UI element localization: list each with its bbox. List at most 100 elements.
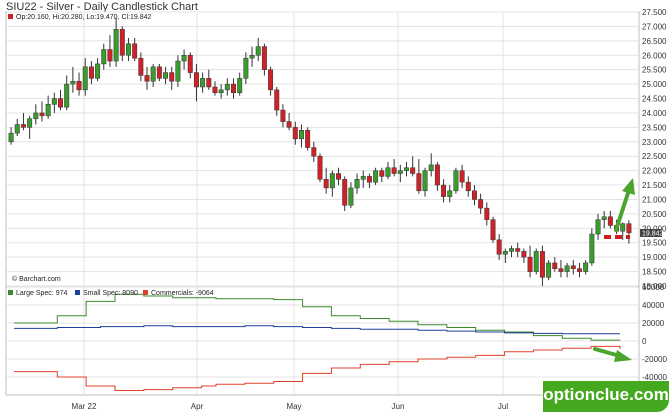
month-tick-label: Mar 22 <box>72 402 97 411</box>
price-axis-tick: 26.000 <box>642 51 667 60</box>
price-axis-tick: 18.500 <box>642 268 667 277</box>
candle-body <box>404 167 409 171</box>
legend-commercials-swatch <box>143 290 148 295</box>
candle-body <box>336 173 342 180</box>
candle-body <box>193 72 199 88</box>
candle-body <box>249 55 255 59</box>
watermark-text: optionclue.com <box>543 385 669 404</box>
candle-body <box>101 49 107 65</box>
candle-body <box>348 187 354 206</box>
candle-body <box>428 164 434 171</box>
candle-body <box>237 78 243 94</box>
candle-body <box>255 46 261 56</box>
candle-body <box>286 121 292 128</box>
cot-axis-tick: 0 <box>642 337 647 346</box>
candle-body <box>459 170 465 183</box>
candle-body <box>552 262 558 269</box>
candle-body <box>212 86 218 94</box>
price-axis-tick: 25.500 <box>642 66 667 75</box>
candle-body <box>416 173 422 192</box>
candle-body <box>329 173 335 189</box>
candle-body <box>397 170 403 174</box>
candle-body <box>509 248 514 252</box>
ohlc-marker-icon <box>8 14 13 19</box>
candle-body <box>484 207 490 220</box>
candle-body <box>323 179 329 189</box>
candle-body <box>595 219 601 235</box>
candle-body <box>82 66 88 91</box>
candle-body <box>163 72 169 79</box>
candle-body <box>471 190 477 200</box>
month-tick-label: Apr <box>191 402 204 411</box>
candle-body <box>224 83 230 91</box>
candle-body <box>274 89 280 111</box>
candle-body <box>51 98 57 105</box>
candle-body <box>558 268 564 272</box>
candle-body <box>465 181 471 192</box>
price-axis-tick: 23.000 <box>642 138 667 147</box>
price-axis-tick: 19.500 <box>642 239 667 248</box>
legend-large-spec-swatch <box>8 290 13 295</box>
candle-body <box>8 132 14 143</box>
candle-body <box>589 233 595 264</box>
candle-body <box>113 29 119 62</box>
candle-body <box>292 127 298 140</box>
legend-large-spec-label: Large Spec: 974 <box>16 290 67 297</box>
candle-body <box>620 223 626 232</box>
legend-small-spec-swatch <box>75 290 80 295</box>
candle-body <box>447 190 453 197</box>
month-tick-label: Jul <box>498 402 508 411</box>
candle-body <box>58 98 63 108</box>
candle-body <box>231 83 236 94</box>
price-axis-tick: 27.500 <box>642 8 667 17</box>
price-axis-tick: 22.500 <box>642 152 667 161</box>
candle-body <box>478 199 484 209</box>
candle-body <box>490 219 496 241</box>
price-axis-tick: 20.500 <box>642 210 667 219</box>
chart-svg: 27.500 27.000 26.500 26.000 25.500 25.000 24.5… <box>5 8 667 411</box>
candle-body <box>533 251 539 272</box>
price-axis-tick: 27.000 <box>642 22 667 31</box>
candle-body <box>14 124 20 134</box>
candle-body <box>64 83 70 108</box>
ohlc-label: Op:20.160, Hi:20.280, Lo:19.470, Cl:19.8… <box>16 14 152 21</box>
candle-body <box>311 147 317 157</box>
price-axis-tick: 21.000 <box>642 195 667 204</box>
candle-body <box>577 268 582 272</box>
candle-body <box>150 66 156 82</box>
cot-axis-tick: 20000 <box>642 319 665 328</box>
candle-body <box>200 78 206 88</box>
candle-body <box>379 170 385 177</box>
price-axis-tick: 25.000 <box>642 80 667 89</box>
last-price-tag-label: 19.842 <box>642 231 664 238</box>
candle-body <box>422 170 428 192</box>
candle-body <box>187 55 193 73</box>
candle-body <box>243 57 249 79</box>
candle-body <box>305 130 311 148</box>
candle-body <box>342 179 348 206</box>
candle-body <box>45 104 51 117</box>
candle-body <box>144 75 150 82</box>
candle-body <box>366 176 372 183</box>
candle-body <box>539 251 545 278</box>
price-axis-tick: 24.500 <box>642 95 667 104</box>
legend-small-spec-label: Small Spec: 8090 <box>83 290 138 297</box>
price-axis-tick: 21.500 <box>642 181 667 190</box>
candle-body <box>218 89 224 94</box>
candle-body <box>298 130 304 140</box>
legend-commercials-label: Commercials: -9064 <box>151 290 214 297</box>
candle-body <box>410 167 416 174</box>
candle-body <box>317 155 323 180</box>
candle-body <box>434 164 440 186</box>
candle-body <box>39 112 45 117</box>
candle-body <box>280 109 286 122</box>
candle-body <box>527 256 533 272</box>
candle-body <box>119 29 125 56</box>
candle-body <box>76 80 82 91</box>
watermark-badge: optionclue.com <box>543 381 669 412</box>
candle-body <box>138 57 144 76</box>
candle-body <box>373 170 379 183</box>
price-axis-tick: 26.500 <box>642 37 667 46</box>
price-axis-tick: 24.000 <box>642 109 667 118</box>
candle-body <box>515 248 521 252</box>
